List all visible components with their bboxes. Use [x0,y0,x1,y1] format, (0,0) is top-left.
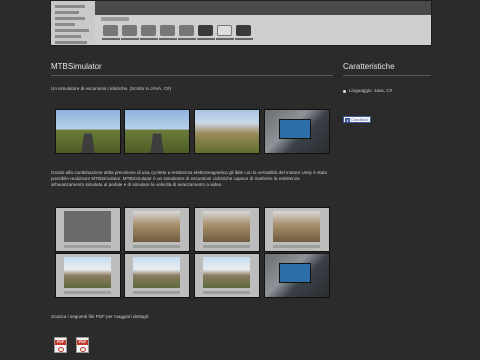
gallery-thumbnail-editor[interactable] [55,253,121,298]
assets-tab [101,17,129,21]
asset-label [159,38,177,40]
editor-toolbar [202,244,251,249]
gallery-thumbnail-editor[interactable] [194,207,260,252]
tree-line [55,35,81,38]
gallery-thumbnail-hill[interactable] [194,109,260,154]
gallery-thumbnail-road[interactable] [55,109,121,154]
editor-toolbar [63,290,112,295]
acrobat-mark [80,347,86,352]
asset-folder [103,25,118,36]
editor-viewport [63,211,112,243]
bullet-icon [343,90,346,93]
gallery-thumbnail-editor[interactable] [264,207,330,252]
tree-line [55,11,79,14]
editor-toolbar [63,244,112,249]
asset-label [178,38,196,40]
editor-toolbar [202,290,251,295]
gallery-thumbnail-photo[interactable] [264,109,330,154]
asset-folder [179,25,194,36]
editor-toolbar [132,290,181,295]
asset-folder [198,25,213,36]
asset-folder [141,25,156,36]
editor-viewport [132,257,181,289]
asset-label [197,38,215,40]
description-text: Grazie alla combinazione della precision… [51,170,328,188]
asset-label [121,38,139,40]
gallery-thumbnail-editor[interactable] [124,253,190,298]
pdf-label: PDF [77,340,88,345]
gallery-thumbnail-editor[interactable] [194,253,260,298]
gallery-thumbnail-editor[interactable] [55,207,121,252]
sidebar-divider [343,75,431,76]
sidebar-title: Caratteristiche [343,62,395,71]
share-label: Condividi [351,117,368,122]
asset-label [235,38,253,40]
gallery-thumbnail-photo[interactable] [264,253,330,298]
pdf-label: PDF [55,340,66,345]
acrobat-mark [58,347,64,352]
editor-toolbar [272,244,321,249]
editor-viewport [202,211,251,243]
editor-viewport-strip [95,1,431,15]
tree-line [55,41,87,44]
tree-line [55,5,85,8]
title-divider [51,75,333,76]
facebook-share-button[interactable]: f Condividi [343,116,371,123]
editor-viewport [63,257,112,289]
language-feature: Linguaggio: Java, C# [349,88,393,93]
project-tree-panel [51,1,95,45]
asset-folder [160,25,175,36]
editor-viewport [202,257,251,289]
page-title: MTBSimulator [51,62,102,71]
editor-viewport [272,211,321,243]
pdf-icon[interactable]: PDF [54,337,67,353]
tree-line [55,17,85,20]
unity-scene-icon [217,25,232,36]
gallery-thumbnail-road[interactable] [124,109,190,154]
downloads-text: Scarica i seguenti file PDF per maggiori… [51,314,150,319]
asset-label [140,38,158,40]
tree-line [55,29,89,32]
tree-line [55,23,75,26]
asset-label [216,38,234,40]
asset-folder [122,25,137,36]
intro-text: Un simulatore di escursioni ciclistiche.… [51,86,172,91]
unity-editor-banner [50,0,432,46]
asset-file [236,25,251,36]
monitor-image [279,119,311,139]
pdf-icon[interactable]: PDF [76,337,89,353]
editor-viewport [132,211,181,243]
asset-label [102,38,120,40]
editor-toolbar [132,244,181,249]
facebook-icon: f [345,117,350,123]
gallery-thumbnail-editor[interactable] [124,207,190,252]
monitor-image [279,263,311,283]
